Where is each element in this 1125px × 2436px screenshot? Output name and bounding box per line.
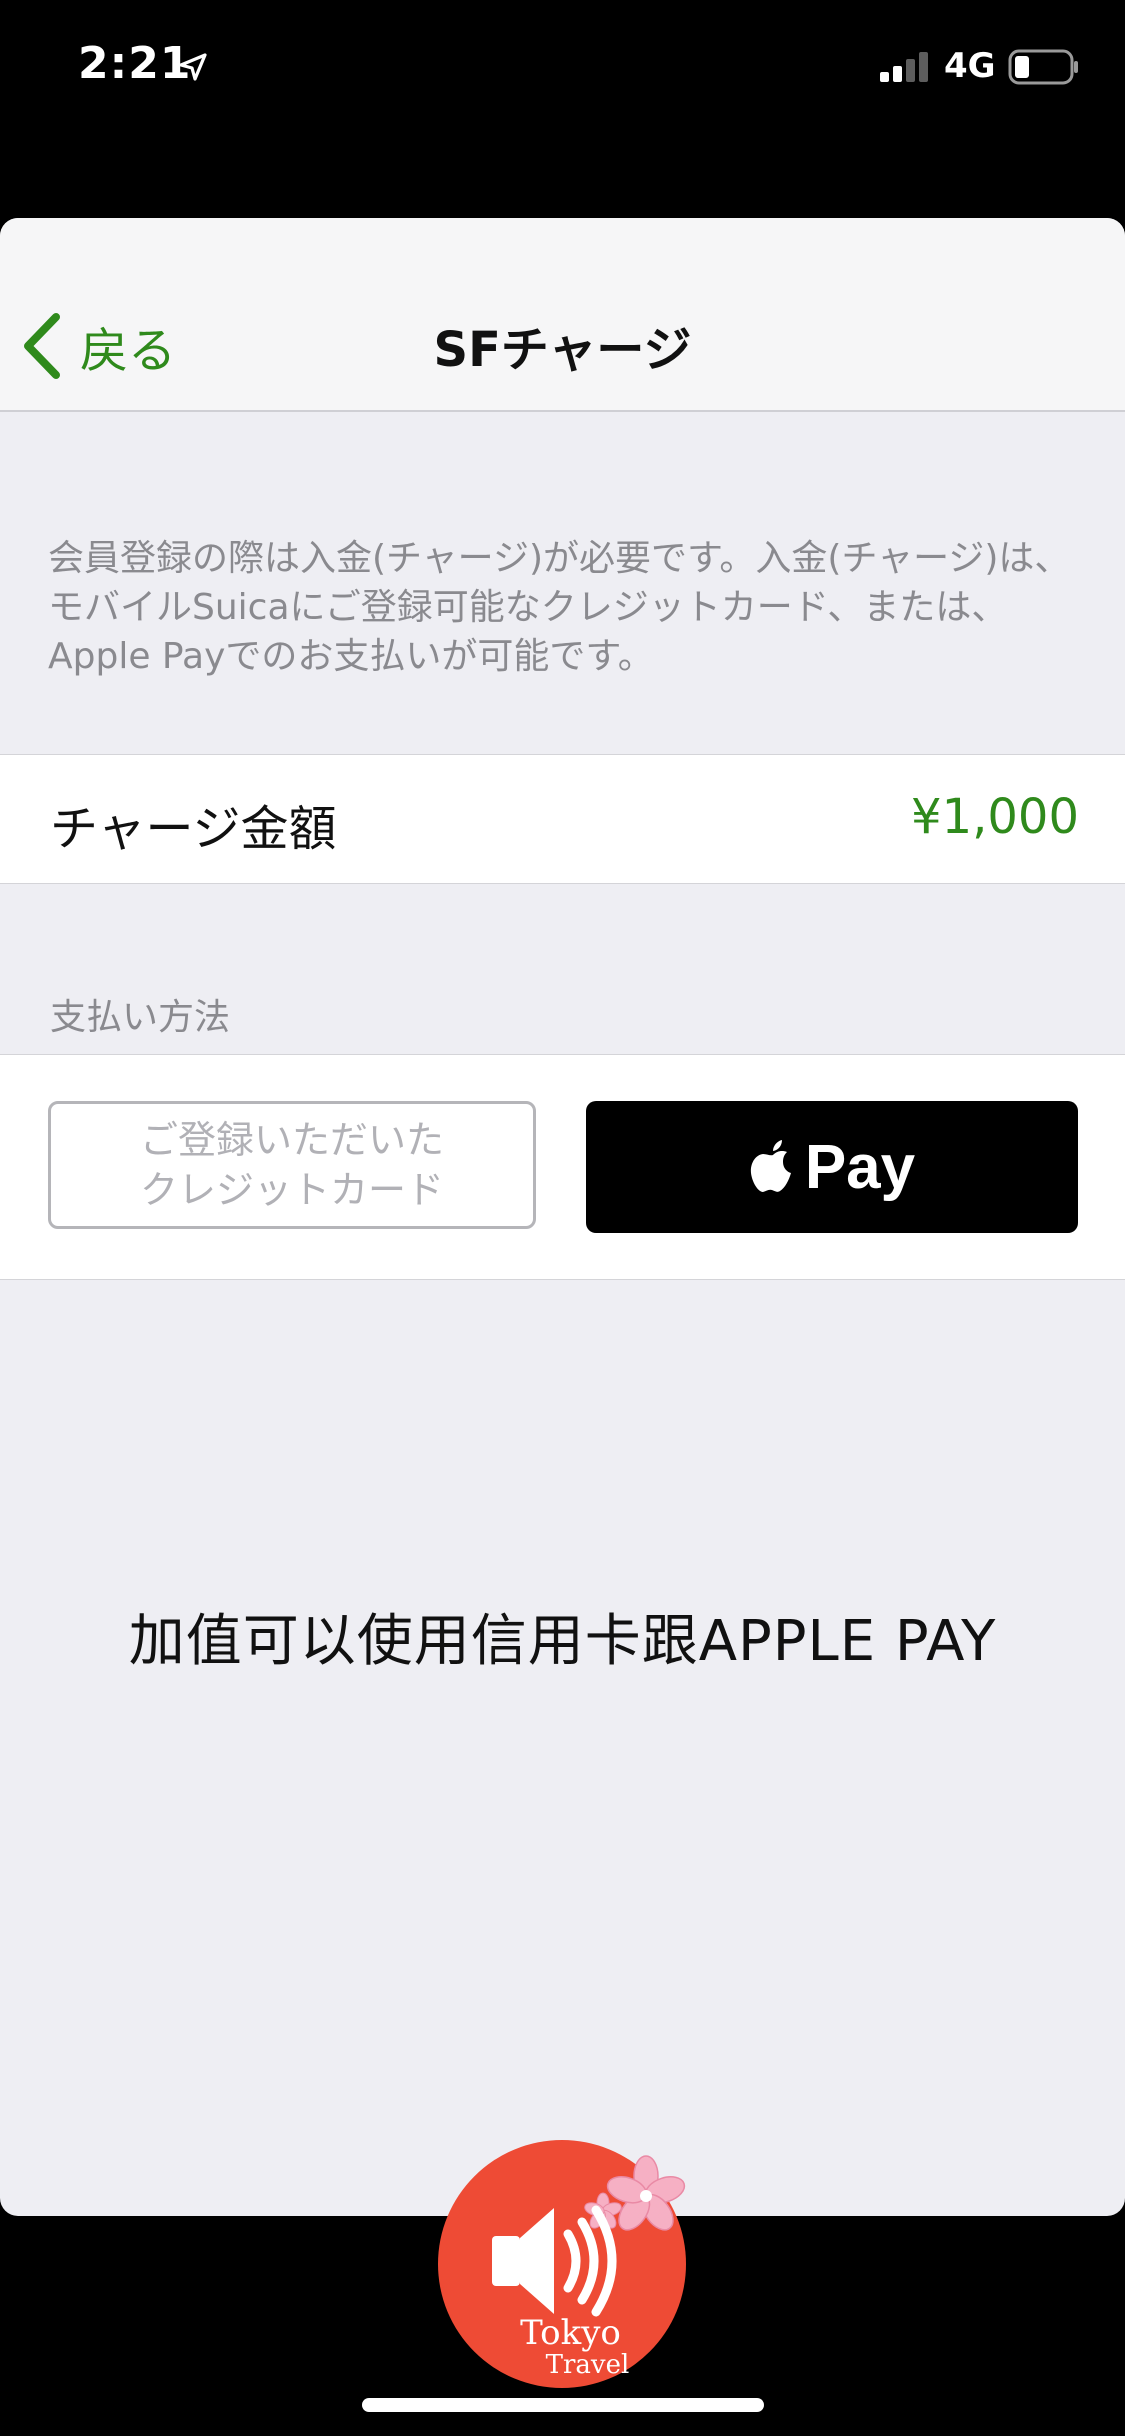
apple-logo-icon — [750, 1140, 791, 1192]
charge-amount-label: チャージ金額 — [50, 801, 337, 857]
sheet: 戻る SFチャージ 会員登録の際は入金(チャージ)が必要です。入金(チャージ)は… — [0, 218, 1125, 2216]
logo-text-travel: Travel — [545, 2350, 630, 2380]
payment-method-header: 支払い方法 — [50, 997, 231, 1038]
info-text: 会員登録の際は入金(チャージ)が必要です。入金(チャージ)は、モバイルSuica… — [48, 538, 1071, 677]
credit-card-button[interactable]: ご登録いただいた クレジットカード — [48, 1101, 536, 1229]
location-arrow-icon — [179, 53, 207, 81]
status-bar: 2:21 4G — [0, 0, 1125, 140]
logo-text-tokyo: Tokyo — [520, 2313, 621, 2353]
credit-card-button-line1: ご登録いただいた — [139, 1118, 444, 1162]
status-time: 2:21 — [78, 38, 192, 89]
network-type: 4G — [944, 46, 996, 86]
navigation-bar: 戻る SFチャージ — [0, 218, 1125, 412]
payment-method-row: ご登録いただいた クレジットカード Pay — [0, 1054, 1125, 1280]
apple-pay-label: Pay — [804, 1132, 916, 1202]
charge-amount-value: ¥1,000 — [911, 789, 1079, 845]
signal-icon — [880, 52, 928, 82]
battery-icon — [1008, 49, 1078, 85]
charge-amount-row[interactable]: チャージ金額 ¥1,000 — [0, 754, 1125, 884]
page-title: SFチャージ — [433, 322, 692, 378]
screen: 2:21 4G 戻る SFチャージ 会員登録の際は入金(チャージ)が必要です。入… — [0, 0, 1125, 2436]
credit-card-button-line2: クレジットカード — [139, 1168, 444, 1212]
home-indicator[interactable] — [362, 2398, 764, 2412]
credit-card-button-label: ご登録いただいた クレジットカード — [140, 1115, 444, 1215]
apple-pay-button[interactable]: Pay — [586, 1101, 1078, 1233]
caption-overlay: 加值可以使用信用卡跟APPLE PAY — [128, 1609, 997, 1674]
